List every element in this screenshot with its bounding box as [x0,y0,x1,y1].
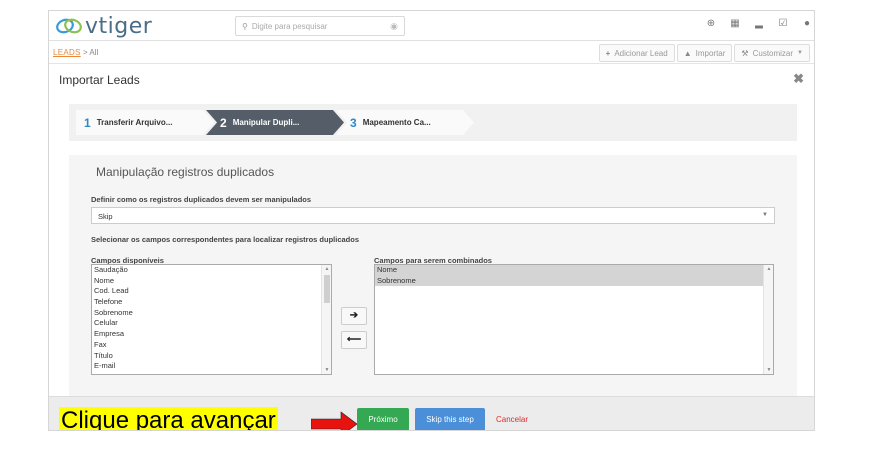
move-right-button[interactable]: ➔ [341,307,367,325]
list-item[interactable]: Empresa [92,329,331,340]
scroll-down-icon[interactable]: ▼ [764,367,773,373]
next-button[interactable]: Próximo [357,408,409,430]
search-icon: ⚲ [242,21,248,31]
tasks-icon[interactable]: ☑ [778,18,788,29]
breadcrumb-separator: > [82,48,88,57]
customize-button[interactable]: ⚒ Customizar ▼ [734,44,810,62]
breadcrumb-module[interactable]: LEADS [53,48,81,57]
module-actions: + Adicionar Lead ▲ Importar ⚒ Customizar… [598,44,810,62]
module-subbar: LEADS > All + Adicionar Lead ▲ Importar … [49,42,814,64]
global-search[interactable]: ⚲ Digite para pesquisar ◉ [235,16,405,36]
user-icon[interactable]: ● [802,18,812,29]
modal-footer: Clique para avançar Próximo Skip this st… [49,396,814,430]
list-item[interactable]: Nome [375,265,773,276]
wizard-step-1: 1 Transferir Arquivo... [76,110,214,135]
step-number: 2 [220,115,227,130]
scroll-up-icon[interactable]: ▲ [764,266,773,272]
import-label: Importar [695,48,726,58]
chevron-down-icon: ▼ [797,50,803,56]
list-item[interactable]: Celular [92,318,331,329]
import-wizard-steps: 1 Transferir Arquivo... 3 Mapeamento Ca.… [69,104,797,141]
app-window: vtiger ⚲ Digite para pesquisar ◉ ⊕ ▦ ▂ ☑… [48,10,815,431]
available-fields-list[interactable]: Saudação Nome Cod. Lead Telefone Sobrenome Ce… [91,264,332,375]
step-label: Transferir Arquivo... [96,118,173,127]
upload-icon: ▲ [683,48,692,58]
skip-step-button[interactable]: Skip this step [415,408,485,430]
step-number: 3 [350,115,357,130]
list-item[interactable]: Cod. Lead [92,286,331,297]
scrollbar[interactable]: ▲ ▼ [763,265,773,374]
list-item[interactable]: Nome [92,276,331,287]
logo-text: vtiger [85,13,153,39]
list-item[interactable]: Fax [92,340,331,351]
scroll-up-icon[interactable]: ▲ [322,266,331,272]
vtiger-logo[interactable]: vtiger [55,13,152,39]
step-label: Manipular Dupli... [232,118,300,127]
define-handling-label: Definir como os registros duplicados dev… [91,195,312,204]
instruction-callout: Clique para avançar [59,407,278,430]
chevron-down-icon: ▼ [762,212,768,218]
top-navbar: vtiger ⚲ Digite para pesquisar ◉ ⊕ ▦ ▂ ☑… [49,11,814,41]
top-icons: ⊕ ▦ ▂ ☑ ● [706,18,812,29]
plus-icon: + [605,48,611,58]
scrollbar-thumb[interactable] [324,275,330,303]
advanced-search-icon[interactable]: ◉ [390,21,398,32]
customize-label: Customizar [752,48,794,58]
scrollbar[interactable]: ▲ ▼ [321,265,331,374]
wizard-step-3: 3 Mapeamento Ca... [336,110,474,135]
quick-create-icon[interactable]: ⊕ [706,18,716,29]
modal-title: Importar Leads [59,73,140,87]
list-item[interactable]: E-mail [92,361,331,372]
list-item[interactable]: Sobrenome [375,275,773,287]
duplicate-handling-select[interactable]: Skip ▼ [91,207,775,224]
add-lead-button[interactable]: + Adicionar Lead [598,44,675,62]
list-item[interactable]: Telefone [92,297,331,308]
list-item[interactable]: Sobrenome [92,308,331,319]
breadcrumb: LEADS > All [53,48,98,57]
section-title: Manipulação registros duplicados [96,165,275,179]
close-icon[interactable]: ✖ [793,71,804,87]
add-lead-label: Adicionar Lead [614,48,668,58]
duplicate-handling-panel: Manipulação registros duplicados Definir… [69,155,797,401]
wizard-step-2-active: 2 Manipular Dupli... [206,110,344,135]
wrench-icon: ⚒ [741,48,749,58]
step-label: Mapeamento Ca... [362,118,431,127]
move-left-button[interactable]: ⟵ [341,331,367,349]
search-input[interactable]: Digite para pesquisar [252,22,390,31]
list-item[interactable]: Saudação [92,265,331,276]
reports-icon[interactable]: ▂ [754,18,764,29]
select-fields-label: Selecionar os campos correspondentes par… [91,235,360,244]
list-item[interactable]: Título [92,351,331,362]
breadcrumb-current[interactable]: All [89,48,98,57]
scroll-down-icon[interactable]: ▼ [322,367,331,373]
step-number: 1 [84,115,91,130]
selected-option: Skip [98,212,113,221]
merge-fields-list[interactable]: Nome Sobrenome ▲ ▼ [374,264,774,375]
calendar-icon[interactable]: ▦ [730,18,740,29]
right-arrow-icon [311,411,358,430]
import-button[interactable]: ▲ Importar [676,44,733,62]
vtiger-logo-icon [56,18,82,34]
cancel-link[interactable]: Cancelar [496,408,528,430]
